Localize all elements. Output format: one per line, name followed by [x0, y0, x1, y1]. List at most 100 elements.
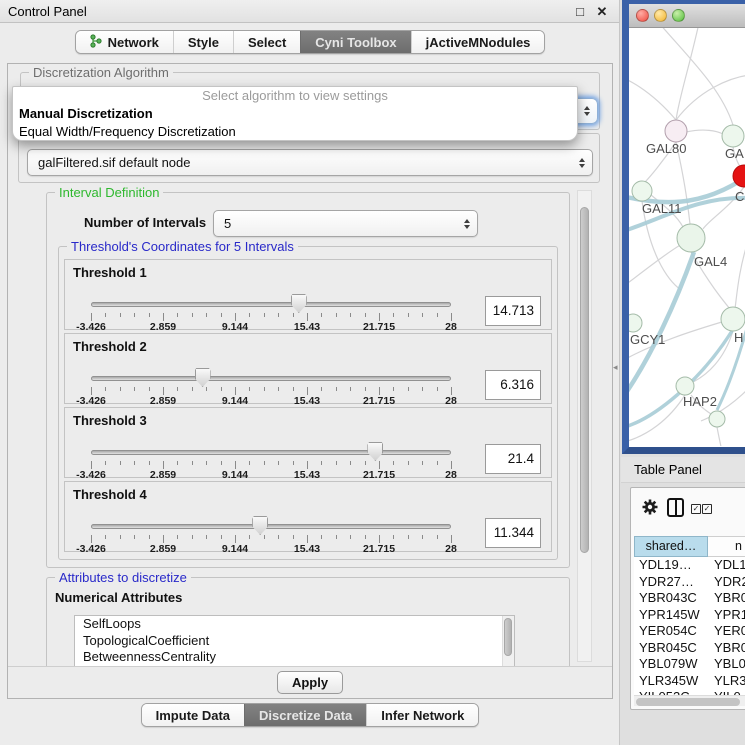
threshold-4-slider-thumb[interactable] — [252, 516, 268, 535]
cell-name[interactable]: YDL1 — [708, 557, 745, 574]
threshold-3-slider-thumb[interactable] — [367, 442, 383, 461]
checkbox-icon[interactable]: ✓ — [702, 504, 712, 514]
threshold-1-value-field[interactable]: 14.713 — [485, 296, 541, 326]
table-hscrollbar-thumb[interactable] — [636, 698, 740, 706]
apply-button[interactable]: Apply — [277, 671, 343, 694]
tick-mark — [206, 461, 207, 465]
cell-shared-name[interactable]: YBL079W — [634, 656, 708, 673]
threshold-3-value-field[interactable]: 21.4 — [485, 444, 541, 474]
tick-mark — [206, 535, 207, 539]
threshold-3-slider-track[interactable] — [91, 450, 451, 455]
attribute-list-item[interactable]: TopologicalCoefficient — [75, 633, 514, 650]
split-pane-collapse-arrow-icon[interactable]: ◂ — [613, 362, 618, 373]
dropdown-option-manual[interactable]: Manual Discretization — [13, 105, 577, 123]
cell-shared-name[interactable]: YLR345W — [634, 673, 708, 690]
tick-mark — [249, 387, 250, 391]
table-data-combobox[interactable]: galFiltered.sif default node — [27, 149, 593, 176]
numerical-attributes-list[interactable]: SelfLoopsTopologicalCoefficientBetweenne… — [74, 615, 515, 668]
tick-mark — [134, 313, 135, 317]
tick-mark — [365, 461, 366, 465]
panel-scrollbar-thumb[interactable] — [580, 207, 589, 553]
cell-name[interactable]: YDR2 — [708, 574, 745, 591]
tick-mark — [393, 387, 394, 391]
network-node[interactable] — [676, 377, 694, 395]
close-traffic-light-icon[interactable] — [636, 9, 649, 22]
checkbox-icon[interactable]: ✓ — [691, 504, 701, 514]
cell-name[interactable]: YER0 — [708, 623, 745, 640]
attributes-scrollbar-thumb[interactable] — [504, 618, 512, 656]
network-node[interactable] — [677, 224, 705, 252]
tick-mark — [105, 461, 106, 465]
gear-icon[interactable] — [641, 498, 659, 516]
tab-impute-data[interactable]: Impute Data — [142, 704, 244, 726]
minimize-traffic-light-icon[interactable] — [654, 9, 667, 22]
panel-scrollbar[interactable] — [577, 190, 592, 662]
cell-shared-name[interactable]: YDL19… — [634, 557, 708, 574]
algorithm-dropdown-popup: Select algorithm to view settings Manual… — [12, 86, 578, 141]
network-node[interactable] — [665, 120, 687, 142]
table-horizontal-scrollbar[interactable] — [634, 695, 745, 706]
cell-name[interactable]: YLR3 — [708, 673, 745, 690]
cell-shared-name[interactable]: YDR27… — [634, 574, 708, 591]
threshold-4-slider-track[interactable] — [91, 524, 451, 529]
table-panel-header: Table Panel — [621, 457, 745, 483]
tab-jactivemnodules[interactable]: jActiveMNodules — [411, 31, 545, 53]
attribute-list-item[interactable]: BetweennessCentrality — [75, 649, 514, 666]
tab-discretize-data[interactable]: Discretize Data — [244, 704, 366, 726]
network-node[interactable] — [632, 181, 652, 201]
table-row[interactable]: YBR043CYBR0 — [634, 590, 745, 607]
tab-network[interactable]: Network — [76, 31, 173, 53]
table-row[interactable]: YDR27…YDR2 — [634, 574, 745, 591]
cell-shared-name[interactable]: YBR043C — [634, 590, 708, 607]
tab-cyni-toolbox[interactable]: Cyni Toolbox — [300, 31, 410, 53]
threshold-1-slider-thumb[interactable] — [291, 294, 307, 313]
network-node[interactable] — [721, 307, 745, 331]
threshold-2-slider-track[interactable] — [91, 376, 451, 381]
tab-infer-network[interactable]: Infer Network — [366, 704, 478, 726]
tick-label: 15.43 — [294, 395, 320, 407]
network-canvas[interactable]: GAL80GACGAL11GAL4GCY1HHAP2 — [629, 28, 745, 446]
network-node[interactable] — [629, 314, 642, 332]
cell-shared-name[interactable]: YER054C — [634, 623, 708, 640]
tick-mark — [177, 387, 178, 391]
attribute-list-item[interactable]: SelfLoops — [75, 616, 514, 633]
tab-select[interactable]: Select — [233, 31, 300, 53]
float-window-icon[interactable]: □ — [571, 0, 589, 23]
tick-mark — [321, 535, 322, 539]
column-header-shared-name[interactable]: shared… — [634, 536, 708, 557]
table-row[interactable]: YER054CYER0 — [634, 623, 745, 640]
cell-name[interactable]: YBR0 — [708, 590, 745, 607]
network-node[interactable] — [709, 411, 725, 427]
table-row[interactable]: YBR045CYBR0 — [634, 640, 745, 657]
table-row[interactable]: YDL19…YDL1 — [634, 557, 745, 574]
columns-icon[interactable] — [667, 498, 684, 517]
close-window-icon[interactable]: ✕ — [593, 0, 611, 23]
cell-shared-name[interactable]: YPR145W — [634, 607, 708, 624]
threshold-1-slider-track[interactable] — [91, 302, 451, 307]
tab-style[interactable]: Style — [173, 31, 233, 53]
tick-mark — [451, 535, 452, 543]
table-row[interactable]: YPR145WYPR1 — [634, 607, 745, 624]
number-of-intervals-combobox[interactable]: 5 — [213, 210, 478, 237]
tick-mark — [307, 313, 308, 321]
tick-mark — [192, 387, 193, 391]
tick-mark — [379, 313, 380, 321]
table-row[interactable]: YBL079WYBL0 — [634, 656, 745, 673]
attributes-list-scrollbar[interactable] — [502, 616, 514, 667]
threshold-4-value-field[interactable]: 11.344 — [485, 518, 541, 548]
table-panel-title: Table Panel — [634, 457, 702, 483]
threshold-2-slider-thumb[interactable] — [195, 368, 211, 387]
dropdown-option-equal-width[interactable]: Equal Width/Frequency Discretization — [13, 123, 577, 141]
tick-mark — [120, 535, 121, 539]
cell-name[interactable]: YBR0 — [708, 640, 745, 657]
cell-name[interactable]: YBL0 — [708, 656, 745, 673]
zoom-traffic-light-icon[interactable] — [672, 9, 685, 22]
table-row[interactable]: YLR345WYLR3 — [634, 673, 745, 690]
column-header-name[interactable]: n — [708, 536, 745, 557]
combo-stepper-icon — [579, 158, 585, 168]
network-node[interactable] — [722, 125, 744, 147]
dropdown-prompt-item[interactable]: Select algorithm to view settings — [13, 87, 577, 105]
cell-shared-name[interactable]: YBR045C — [634, 640, 708, 657]
cell-name[interactable]: YPR1 — [708, 607, 745, 624]
threshold-2-value-field[interactable]: 6.316 — [485, 370, 541, 400]
